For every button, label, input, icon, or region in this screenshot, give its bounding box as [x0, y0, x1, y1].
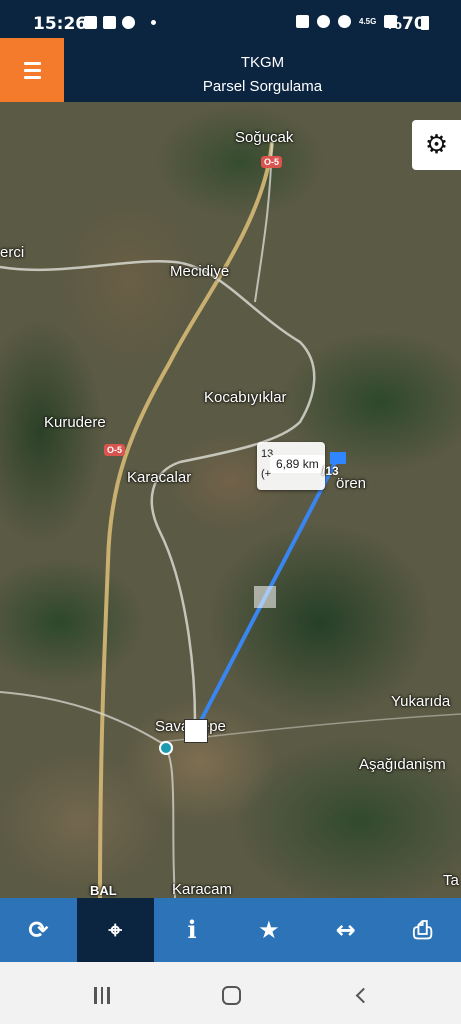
road-badge: O-5 [261, 156, 283, 168]
recents-icon [94, 986, 110, 1004]
measure-mid-handle[interactable] [254, 586, 276, 608]
notification-icons [84, 16, 156, 29]
place-label: Kurudere [44, 414, 106, 431]
home-button[interactable] [201, 980, 261, 1010]
lock-icon [296, 15, 309, 28]
hamburger-icon [23, 61, 41, 65]
system-nav-bar [0, 962, 461, 1024]
print-icon: ⎙ [412, 916, 433, 944]
status-time: 15:26 [33, 14, 88, 34]
bottom-toolbar: ⟳ ⌖ i ★ ↔ ⎙ [0, 898, 461, 962]
highway-o5 [98, 141, 274, 898]
local-road [0, 259, 316, 723]
info-icon: i [187, 915, 197, 944]
measure-tooltip: 13 (+ 6,89 km [257, 442, 325, 490]
measure-button[interactable]: ↔ [307, 898, 384, 962]
location-icon [338, 15, 351, 28]
place-label: Mecidiye [170, 263, 230, 280]
current-location-marker [159, 741, 173, 755]
refresh-button[interactable]: ⟳ [0, 898, 77, 962]
alarm-icon [317, 15, 330, 28]
parcel-label: /13 [322, 464, 339, 478]
crosshair-icon: ⌖ [108, 916, 122, 944]
favorites-button[interactable]: ★ [230, 898, 307, 962]
place-label: BAL [90, 883, 117, 898]
back-icon [355, 987, 371, 1003]
star-icon: ★ [258, 916, 280, 944]
measure-end-marker[interactable] [330, 452, 346, 464]
place-label: Karacalar [127, 469, 192, 486]
map-view[interactable]: Soğucak O-5 erci Mecidiye Kocabıyıklar K… [0, 102, 461, 898]
network-type: 4.5G [359, 16, 377, 26]
facebook-icon [122, 16, 135, 29]
road-network [0, 141, 461, 898]
more-notifications-icon [151, 20, 156, 25]
home-icon [221, 985, 241, 1005]
refresh-icon: ⟳ [28, 916, 49, 944]
distance-label: 6,89 km [270, 455, 325, 473]
back-button[interactable] [330, 980, 390, 1010]
place-label: Ta [443, 872, 459, 889]
place-label: Yukarıda [391, 693, 451, 710]
measure-start-handle[interactable] [184, 719, 208, 743]
place-label: Karacam [172, 881, 233, 898]
message-icon [103, 16, 116, 29]
place-label: erci [0, 244, 25, 261]
app-header: TKGM Parsel Sorgulama [0, 38, 461, 102]
place-label: ören [336, 475, 367, 492]
place-label: Kocabıyıklar [204, 389, 287, 406]
place-label: Aşağıdanişm [359, 756, 446, 773]
info-button[interactable]: i [154, 898, 231, 962]
print-button[interactable]: ⎙ [384, 898, 461, 962]
road-badge: O-5 [104, 444, 126, 456]
place-label: Soğucak [235, 129, 294, 146]
battery-icon [421, 16, 429, 30]
menu-button[interactable] [0, 38, 64, 102]
battery-percent: %70 [385, 14, 426, 34]
gallery-icon [84, 16, 97, 29]
locate-button[interactable]: ⌖ [76, 898, 154, 962]
measure-icon: ↔ [335, 916, 356, 944]
settings-button[interactable]: ⚙ [412, 120, 461, 170]
status-bar: 15:26 4.5G %70 [0, 0, 461, 38]
app-subtitle: Parsel Sorgulama [202, 78, 323, 95]
recents-button[interactable] [72, 980, 132, 1010]
gear-icon: ⚙ [424, 130, 449, 160]
system-icons: 4.5G [296, 15, 398, 28]
app-title: TKGM [240, 54, 285, 71]
